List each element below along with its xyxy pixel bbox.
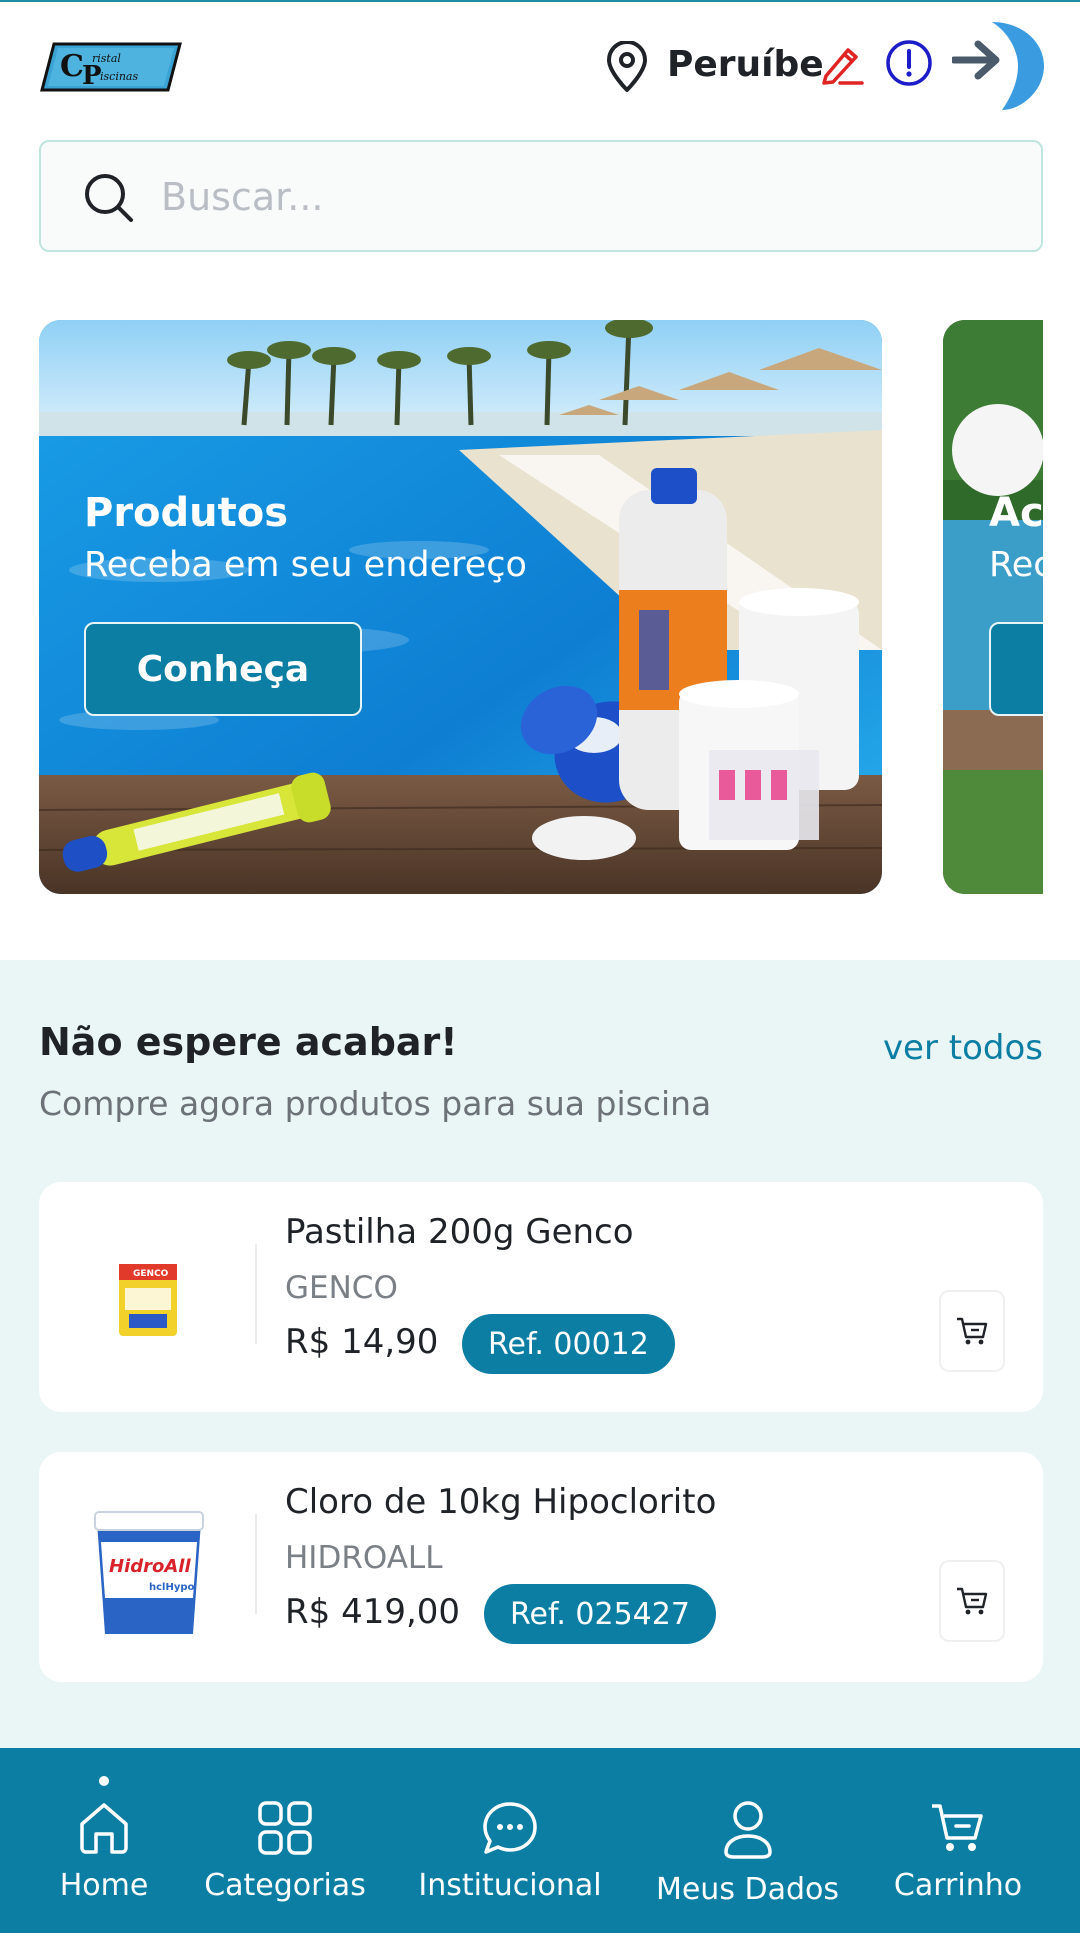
banner-subtitle: Receba em seu endereço [84,545,527,585]
cart-icon [957,1587,988,1615]
product-card[interactable]: HidroAll hclHypo Cloro de 10kg Hipoclori… [39,1452,1043,1682]
svg-text:P: P [82,61,102,91]
product-image: HidroAll hclHypo [89,1502,209,1634]
product-brand: GENCO [285,1270,398,1306]
product-ref-badge: Ref. 00012 [462,1314,675,1374]
banner-pool-image [39,320,882,894]
add-to-cart-button[interactable] [939,1560,1005,1642]
nav-item-meus-dados[interactable]: Meus Dados [655,1748,840,1933]
conheca-button[interactable]: Conheça [84,622,362,716]
nav-label: Carrinho [893,1868,1023,1903]
svg-text:HidroAll: HidroAll [109,1556,191,1577]
svg-text:GENCO: GENCO [133,1269,169,1279]
bottom-navigation: Home Categorias Institucional Meus Dados [0,1748,1080,1933]
banner-garden-image [943,320,1043,894]
search-icon [83,172,135,224]
location-pin-icon[interactable] [604,40,650,93]
svg-text:iscinas: iscinas [100,70,138,83]
location-city[interactable]: Peruíbe [667,44,824,85]
product-brand: HIDROALL [285,1540,443,1576]
search-input[interactable] [161,162,1001,232]
product-ref-badge: Ref. 025427 [484,1584,716,1644]
svg-text:C: C [60,49,84,84]
promo-banner-acessorios[interactable]: Ace Rec [943,320,1043,894]
edit-pencil-icon[interactable] [818,42,864,86]
cart-icon [957,1317,988,1345]
promo-banner-produtos[interactable]: Produtos Receba em seu endereço Conheça [39,320,882,894]
nav-item-home[interactable]: Home [58,1748,150,1933]
grid-icon [258,1801,312,1855]
chat-icon [483,1802,537,1854]
card-divider [255,1514,257,1614]
product-card[interactable]: GENCO Pastilha 200g Genco GENCO R$ 14,90… [39,1182,1043,1412]
home-icon [80,1803,128,1854]
nav-label: Categorias [204,1868,366,1903]
product-image: GENCO [89,1232,209,1362]
svg-text:hclHypo: hclHypo [149,1582,195,1593]
brand-logo[interactable]: C P ristal iscinas [40,42,182,92]
nav-label: Meus Dados [655,1872,840,1907]
product-name: Cloro de 10kg Hipoclorito [285,1482,717,1522]
product-name: Pastilha 200g Genco [285,1212,634,1252]
product-price: R$ 419,00 [285,1592,461,1632]
nav-label: Home [59,1868,149,1903]
section-title: Não espere acabar! [39,1020,458,1064]
login-arrow-icon[interactable] [950,22,1044,110]
nav-label: Institucional [418,1868,602,1903]
nav-item-institucional[interactable]: Institucional [418,1748,602,1933]
active-indicator [99,1776,109,1786]
svg-text:ristal: ristal [92,52,121,65]
product-price: R$ 14,90 [285,1322,439,1362]
user-icon [723,1801,772,1859]
banner-subtitle: Rec [989,545,1043,585]
banner-button[interactable] [989,622,1043,716]
restock-section: Não espere acabar! ver todos Compre agor… [0,960,1080,1748]
info-alert-icon[interactable] [884,38,934,88]
card-divider [255,1244,257,1344]
banner-title: Ace [989,490,1043,536]
see-all-link[interactable]: ver todos [883,1028,1043,1068]
section-subtitle: Compre agora produtos para sua piscina [39,1084,712,1123]
cart-icon [932,1804,983,1851]
app-header: C P ristal iscinas Peruíbe [0,0,1080,130]
banner-title: Produtos [84,490,289,536]
search-bar[interactable] [39,140,1043,252]
add-to-cart-button[interactable] [939,1290,1005,1372]
nav-item-carrinho[interactable]: Carrinho [893,1748,1023,1933]
nav-item-categorias[interactable]: Categorias [204,1748,366,1933]
